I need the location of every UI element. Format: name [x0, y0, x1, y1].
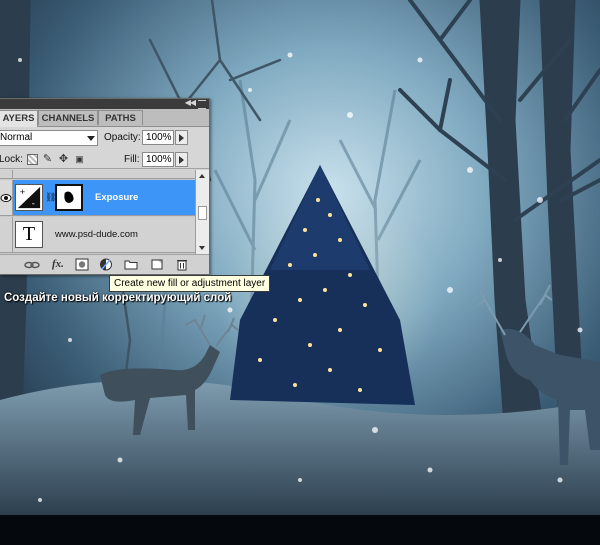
lock-brush-icon[interactable]: ✎ — [42, 154, 53, 165]
opacity-stepper[interactable] — [175, 130, 188, 145]
lock-transparent-icon[interactable] — [27, 154, 38, 165]
trash-icon[interactable] — [175, 258, 189, 271]
panel-tabs: AYERS CHANNELS PATHS — [0, 109, 209, 127]
tab-paths[interactable]: PATHS — [98, 110, 143, 125]
layer-row-exposure[interactable]: + - ⛓ Exposure — [0, 180, 195, 216]
blend-mode-value: Normal — [0, 132, 33, 143]
layers-scrollbar[interactable] — [195, 170, 209, 254]
panel-menu-icon[interactable] — [198, 100, 206, 109]
collapse-icon[interactable]: ◀◀ — [185, 98, 196, 107]
tooltip: Create new fill or adjustment layer — [109, 275, 271, 292]
group-folder-icon[interactable] — [124, 258, 138, 271]
fill-label: Fill: — [124, 154, 140, 165]
layers-panel: ◀◀ AYERS CHANNELS PATHS Normal Opacity: … — [0, 98, 210, 275]
lock-all-icon[interactable]: ▣ — [74, 154, 85, 165]
lock-row: Lock: ✎ ✥ ▣ Fill: 100% — [0, 150, 209, 169]
tab-channels[interactable]: CHANNELS — [38, 110, 98, 125]
layer-row[interactable] — [0, 170, 195, 179]
svg-text:-: - — [32, 198, 35, 208]
blend-row: Normal Opacity: 100% — [0, 129, 209, 149]
add-mask-icon[interactable] — [75, 258, 89, 271]
layers-bottom-bar: fx. — [0, 254, 209, 274]
adjustment-layer-icon[interactable] — [99, 258, 113, 271]
layer-name: www.psd-dude.com — [55, 229, 138, 240]
visibility-cell[interactable] — [0, 217, 13, 252]
lock-label: Lock: — [0, 154, 23, 165]
svg-text:+: + — [20, 187, 25, 197]
fill-input[interactable]: 100% — [142, 152, 174, 167]
scroll-thumb[interactable] — [198, 206, 207, 220]
scroll-up-icon[interactable] — [199, 174, 205, 178]
visibility-cell[interactable] — [0, 180, 13, 215]
opacity-input[interactable]: 100% — [142, 130, 174, 145]
fill-stepper[interactable] — [175, 152, 188, 167]
eye-icon[interactable] — [0, 193, 12, 203]
layer-name: Exposure — [95, 192, 139, 203]
panel-title-bar: ◀◀ — [0, 98, 209, 109]
layer-row-text[interactable]: T www.psd-dude.com — [0, 217, 195, 253]
text-layer-thumbnail: T — [15, 221, 43, 248]
lock-move-icon[interactable]: ✥ — [58, 154, 69, 165]
scroll-down-icon[interactable] — [199, 246, 205, 250]
caption-text: Создайте новый корректирующий слой — [4, 292, 232, 304]
visibility-cell[interactable] — [0, 170, 13, 178]
blend-mode-select[interactable]: Normal — [0, 130, 98, 146]
chevron-down-icon — [87, 136, 95, 141]
layer-mask-thumbnail[interactable] — [55, 184, 83, 211]
new-layer-icon[interactable] — [150, 258, 164, 271]
fx-icon[interactable]: fx. — [52, 258, 66, 271]
layers-list: + - ⛓ Exposure T www.psd-dude.com — [0, 170, 195, 254]
link-layers-icon[interactable] — [24, 258, 40, 271]
tab-layers[interactable]: AYERS — [0, 110, 38, 127]
exposure-adjustment-icon: + - — [15, 184, 43, 211]
opacity-label: Opacity: — [104, 132, 141, 143]
